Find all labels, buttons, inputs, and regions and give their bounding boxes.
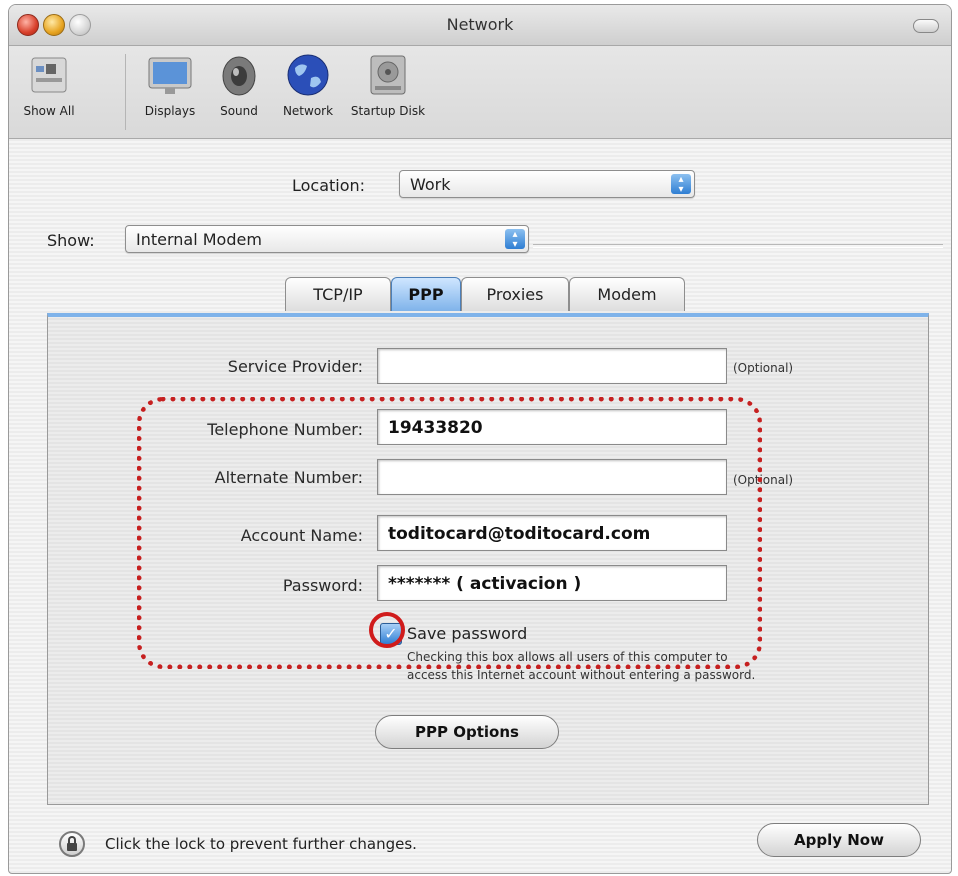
- display-icon: [145, 52, 195, 98]
- toolbar-label-sound: Sound: [220, 104, 258, 118]
- tab-proxies[interactable]: Proxies: [461, 277, 569, 311]
- toolbar-toggle-button[interactable]: [913, 19, 939, 33]
- service-provider-label: Service Provider:: [227, 357, 363, 376]
- tab-modem[interactable]: Modem: [569, 277, 685, 311]
- toolbar-startup-disk[interactable]: Startup Disk: [345, 52, 431, 118]
- show-label: Show:: [47, 231, 95, 250]
- show-value: Internal Modem: [136, 230, 262, 249]
- tab-tcpip[interactable]: TCP/IP: [285, 277, 391, 311]
- divider: [533, 244, 943, 248]
- speaker-icon: [214, 52, 264, 98]
- toolbar-label-displays: Displays: [144, 104, 196, 118]
- toolbar-separator: [125, 54, 126, 130]
- show-all-icon: [24, 52, 74, 98]
- toolbar: Show All Displays Sound Network Startup …: [9, 46, 951, 139]
- toolbar-network[interactable]: Network: [271, 52, 345, 118]
- popup-arrows-icon: ▴ ▾: [505, 229, 525, 250]
- toolbar-displays[interactable]: Displays: [133, 52, 207, 118]
- ppp-options-button[interactable]: PPP Options: [375, 715, 559, 749]
- apply-now-button[interactable]: Apply Now: [757, 823, 921, 857]
- window-title: Network: [446, 15, 514, 34]
- network-window: Network Show All Displays Sound Network …: [8, 4, 952, 874]
- service-provider-optional-note: (Optional): [733, 361, 794, 375]
- toolbar-label-startup-disk: Startup Disk: [350, 104, 426, 118]
- lock-icon[interactable]: [59, 831, 85, 857]
- toolbar-show-all[interactable]: Show All: [17, 52, 81, 118]
- toolbar-label-network: Network: [282, 104, 334, 118]
- disk-icon: [363, 52, 413, 98]
- location-label: Location:: [292, 176, 366, 195]
- save-password-help-line2: access this Internet account without ent…: [407, 668, 756, 682]
- toolbar-sound[interactable]: Sound: [207, 52, 271, 118]
- globe-icon: [283, 52, 333, 98]
- location-popup[interactable]: Work ▴ ▾: [399, 170, 695, 198]
- toolbar-label-show-all: Show All: [23, 104, 75, 118]
- lock-message: Click the lock to prevent further change…: [105, 835, 417, 853]
- popup-arrows-icon: ▴ ▾: [671, 174, 691, 195]
- location-value: Work: [410, 175, 451, 194]
- title-bar: Network: [9, 5, 951, 46]
- show-popup[interactable]: Internal Modem ▴ ▾: [125, 225, 529, 253]
- service-provider-field[interactable]: [377, 348, 727, 384]
- tab-ppp[interactable]: PPP: [391, 277, 461, 311]
- highlight-dotted-frame: [137, 397, 762, 669]
